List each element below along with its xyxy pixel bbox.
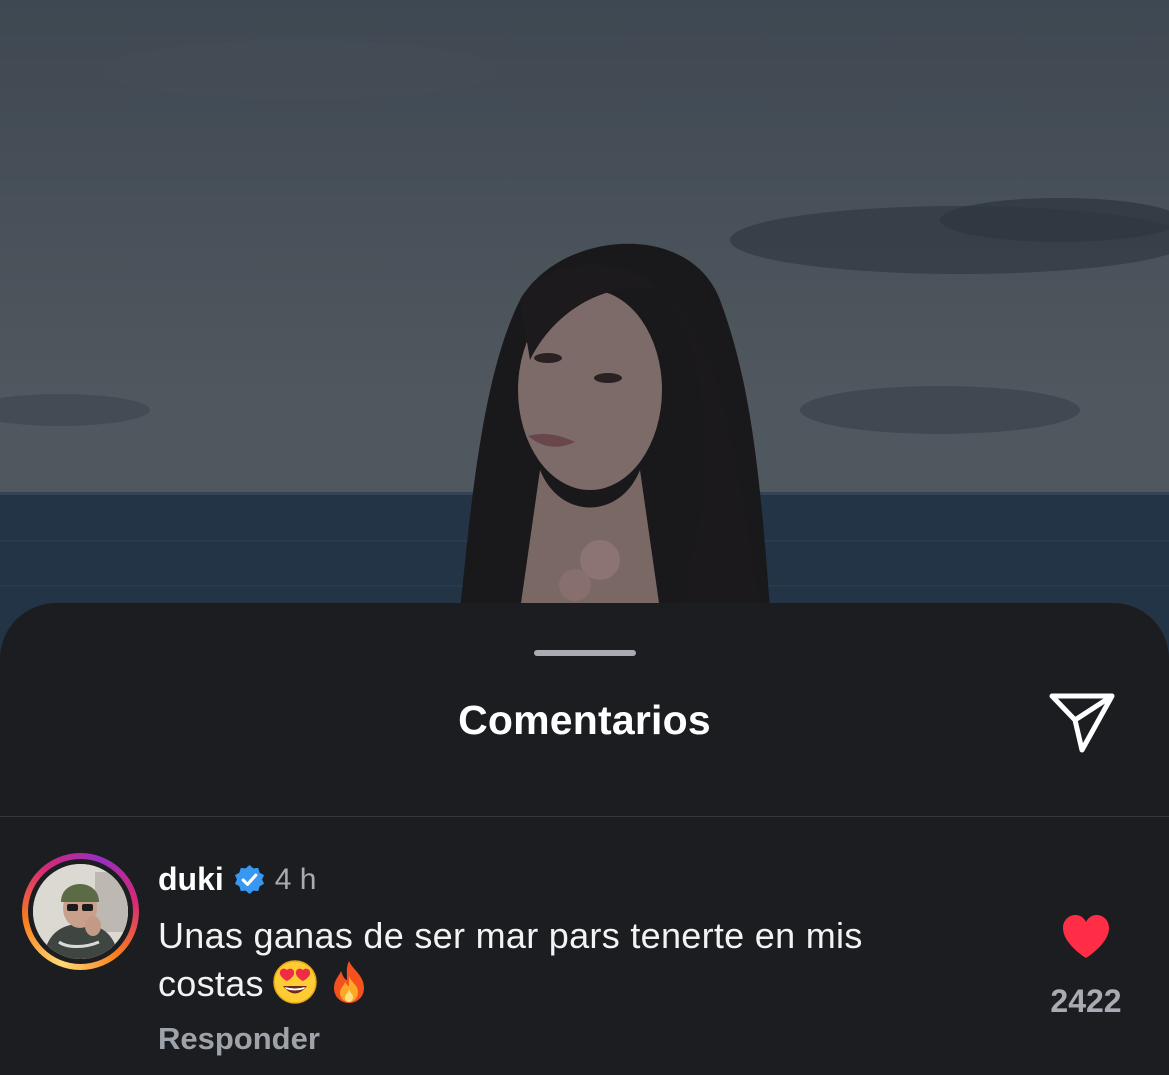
comment-body: Unas ganas de ser mar pars tenerte en mi… bbox=[158, 915, 863, 1004]
comment-meta: duki 4 h bbox=[158, 861, 317, 898]
verified-badge-icon bbox=[234, 864, 265, 895]
like-button[interactable] bbox=[1058, 911, 1114, 963]
share-button[interactable] bbox=[1044, 687, 1120, 757]
comment-item: duki 4 h Unas ganas de ser mar pars tene… bbox=[0, 851, 1169, 1061]
heart-eyes-emoji-icon bbox=[272, 959, 318, 1005]
like-count: 2422 bbox=[1050, 983, 1122, 1019]
comment-text: Unas ganas de ser mar pars tenerte en mi… bbox=[158, 913, 978, 1007]
paper-plane-icon bbox=[1049, 693, 1115, 753]
comment-timestamp: 4 h bbox=[274, 862, 317, 896]
post-background-photo bbox=[0, 0, 1169, 680]
reply-button[interactable]: Responder bbox=[158, 1021, 320, 1057]
avatar-story-ring[interactable] bbox=[22, 853, 139, 970]
avatar bbox=[33, 864, 128, 959]
sheet-divider bbox=[0, 816, 1169, 817]
fire-emoji-icon bbox=[326, 959, 372, 1005]
heart-filled-icon bbox=[1063, 915, 1109, 958]
comment-username[interactable]: duki bbox=[158, 861, 224, 898]
sheet-drag-handle[interactable] bbox=[534, 650, 636, 656]
comments-sheet: Comentarios duki 4 h Unas ganas de ser m… bbox=[0, 603, 1169, 1075]
sheet-title: Comentarios bbox=[458, 697, 711, 743]
